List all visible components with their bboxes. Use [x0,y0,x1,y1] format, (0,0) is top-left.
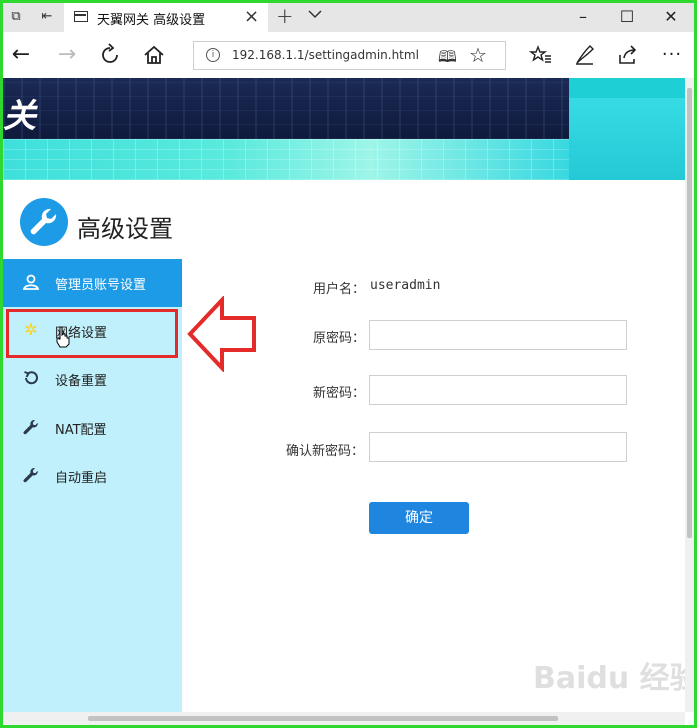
banner-logo-text: 关 [3,96,36,135]
old-password-input[interactable] [369,320,627,350]
highlight-box [6,309,178,358]
share-icon[interactable] [616,43,640,67]
new-password-input[interactable] [369,375,627,405]
sidebar-item-label: 设备重置 [55,374,108,389]
minimize-icon[interactable]: – [563,5,603,29]
horizontal-scrollbar[interactable] [3,712,685,725]
sidebar-item-label: NAT配置 [55,423,107,438]
more-icon[interactable]: ··· [660,43,684,67]
favorite-star-icon[interactable]: ☆ [469,43,487,67]
username-value: useradmin [370,278,441,293]
sidebar-item-auto-reboot[interactable]: 自动重启 [3,452,182,500]
reading-view-icon[interactable]: 🕮 [438,46,457,73]
title-bar: ⧉ ⇤ 天翼网关 高级设置 × + – ☐ ✕ [3,3,694,32]
wrench-icon [23,419,38,435]
favorites-icon[interactable] [529,43,553,67]
banner-circuit-strip [3,139,569,180]
sidebar-item-label: 管理员账号设置 [55,278,147,293]
page-title: 高级设置 [77,215,173,243]
confirm-password-input[interactable] [369,432,627,462]
address-bar[interactable]: i 192.168.1.1/settingadmin.html 🕮 ☆ [193,41,506,70]
banner-right-panel [569,98,685,180]
maximize-icon[interactable]: ☐ [607,5,647,29]
baidu-watermark: Baidu 经验 [533,661,685,696]
home-icon[interactable] [142,43,166,67]
banner-dark-strip [3,78,569,139]
confirm-button[interactable]: 确定 [369,502,469,534]
web-page: 关 高级设置 管理员账号设置 ✲ 网络设置 设备重置 NAT配置 自动重启 用户… [3,78,685,712]
old-password-label: 原密码： [313,331,366,346]
header-banner: 关 [3,78,685,180]
browser-window: ⧉ ⇤ 天翼网关 高级设置 × + – ☐ ✕ ← → i 192.168.1.… [3,3,694,725]
red-arrow-annotation [187,296,256,372]
address-text[interactable]: 192.168.1.1/settingadmin.html [232,48,419,62]
chevron-down-icon[interactable] [308,7,322,21]
refresh-icon[interactable] [98,43,122,67]
vertical-scrollbar[interactable] [685,78,694,712]
page-icon [74,11,88,22]
new-tab-button[interactable]: + [276,4,294,28]
sidebar-item-device-reset[interactable]: 设备重置 [3,355,182,403]
wrench-icon [23,467,38,483]
wrench-icon [20,198,68,246]
new-password-label: 新密码： [313,386,366,401]
sidebar-item-label: 自动重启 [55,471,108,486]
sidebar-item-admin-account[interactable]: 管理员账号设置 [3,259,182,307]
info-icon[interactable]: i [206,48,220,62]
hand-cursor-icon [56,326,70,348]
username-label: 用户名： [313,282,366,297]
browser-tab[interactable]: 天翼网关 高级设置 × [64,3,268,32]
tab-actions-icon[interactable]: ⧉ [8,10,24,24]
forward-icon[interactable]: → [55,43,79,67]
reset-icon [24,371,38,385]
nav-bar: ← → i 192.168.1.1/settingadmin.html 🕮 ☆ … [3,32,694,79]
back-icon[interactable]: ← [9,43,33,67]
set-aside-tabs-icon[interactable]: ⇤ [39,10,55,24]
notes-icon[interactable] [573,43,597,67]
tab-title: 天翼网关 高级设置 [97,13,206,28]
confirm-password-label: 确认新密码： [286,444,365,459]
scroll-thumb[interactable] [88,716,558,721]
scroll-thumb[interactable] [687,88,692,538]
close-tab-icon[interactable]: × [244,6,259,27]
sidebar-item-nat[interactable]: NAT配置 [3,404,182,452]
user-icon [22,274,40,290]
close-icon[interactable]: ✕ [651,5,691,29]
